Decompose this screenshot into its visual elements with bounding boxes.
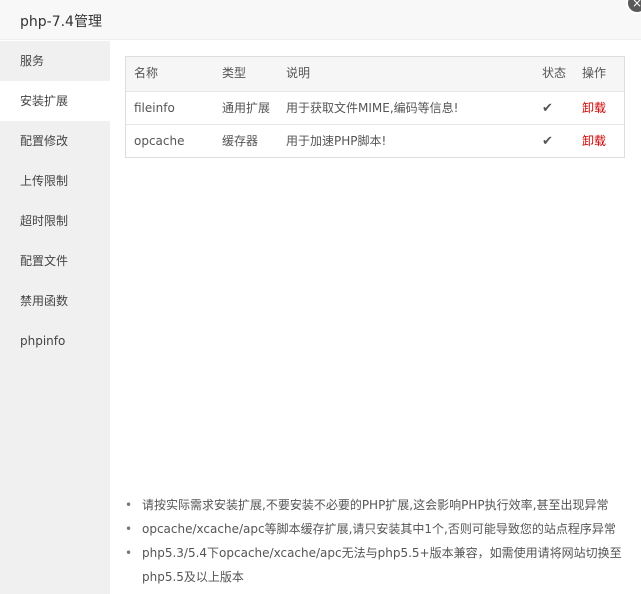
- tip-text: opcache/xcache/apc等脚本缓存扩展,请只安装其中1个,否则可能导…: [142, 522, 616, 536]
- header-name: 名称: [134, 66, 159, 80]
- tip-item: • 请按实际需求安装扩展,不要安装不必要的PHP扩展,这会影响PHP执行效率,甚…: [125, 493, 625, 517]
- extension-name: opcache: [134, 134, 185, 148]
- table-header-row: 名称 类型 说明 状态 操作: [126, 57, 624, 91]
- check-icon: ✔: [542, 134, 553, 149]
- extension-type: 通用扩展: [222, 101, 271, 115]
- tips-list: • 请按实际需求安装扩展,不要安装不必要的PHP扩展,这会影响PHP执行效率,甚…: [125, 493, 625, 589]
- uninstall-link[interactable]: 卸载: [582, 125, 606, 158]
- sidebar-item-phpinfo[interactable]: phpinfo: [0, 321, 110, 361]
- extension-type: 缓存器: [222, 134, 259, 148]
- uninstall-link[interactable]: 卸载: [582, 92, 606, 125]
- window-titlebar: php-7.4管理: [0, 0, 641, 40]
- extension-description: 用于获取文件MIME,编码等信息!: [286, 101, 459, 115]
- header-description: 说明: [286, 66, 311, 80]
- header-action: 操作: [582, 66, 607, 80]
- sidebar-item-upload-limit[interactable]: 上传限制: [0, 161, 110, 201]
- extensions-table: 名称 类型 说明 状态 操作 fileinfo 通用扩展 用于获取文件MIME,…: [125, 56, 625, 158]
- bullet-icon: •: [125, 498, 133, 512]
- extension-name: fileinfo: [134, 101, 175, 115]
- header-type: 类型: [222, 66, 247, 80]
- tip-item: • opcache/xcache/apc等脚本缓存扩展,请只安装其中1个,否则可…: [125, 517, 625, 541]
- window-title: php-7.4管理: [20, 14, 102, 30]
- sidebar-item-timeout-limit[interactable]: 超时限制: [0, 201, 110, 241]
- header-status: 状态: [542, 66, 567, 80]
- extension-description: 用于加速PHP脚本!: [286, 134, 387, 148]
- bullet-icon: •: [125, 546, 133, 560]
- tip-text: 请按实际需求安装扩展,不要安装不必要的PHP扩展,这会影响PHP执行效率,甚至出…: [142, 498, 609, 512]
- tip-text: php5.3/5.4下opcache/xcache/apc无法与php5.5+版…: [142, 546, 622, 584]
- sidebar-item-service[interactable]: 服务: [0, 41, 110, 81]
- sidebar-item-config-file[interactable]: 配置文件: [0, 241, 110, 281]
- main-panel: 名称 类型 说明 状态 操作 fileinfo 通用扩展 用于获取文件MIME,…: [110, 41, 641, 594]
- sidebar-item-install-extensions[interactable]: 安装扩展: [0, 81, 110, 121]
- sidebar-item-config-edit[interactable]: 配置修改: [0, 121, 110, 161]
- sidebar-item-disabled-functions[interactable]: 禁用函数: [0, 281, 110, 321]
- table-row: fileinfo 通用扩展 用于获取文件MIME,编码等信息! ✔ 卸载: [126, 91, 624, 124]
- tip-item: • php5.3/5.4下opcache/xcache/apc无法与php5.5…: [125, 541, 625, 589]
- table-row: opcache 缓存器 用于加速PHP脚本! ✔ 卸载: [126, 124, 624, 157]
- bullet-icon: •: [125, 522, 133, 536]
- check-icon: ✔: [542, 101, 553, 116]
- sidebar: 服务 安装扩展 配置修改 上传限制 超时限制 配置文件 禁用函数 phpinfo: [0, 41, 110, 594]
